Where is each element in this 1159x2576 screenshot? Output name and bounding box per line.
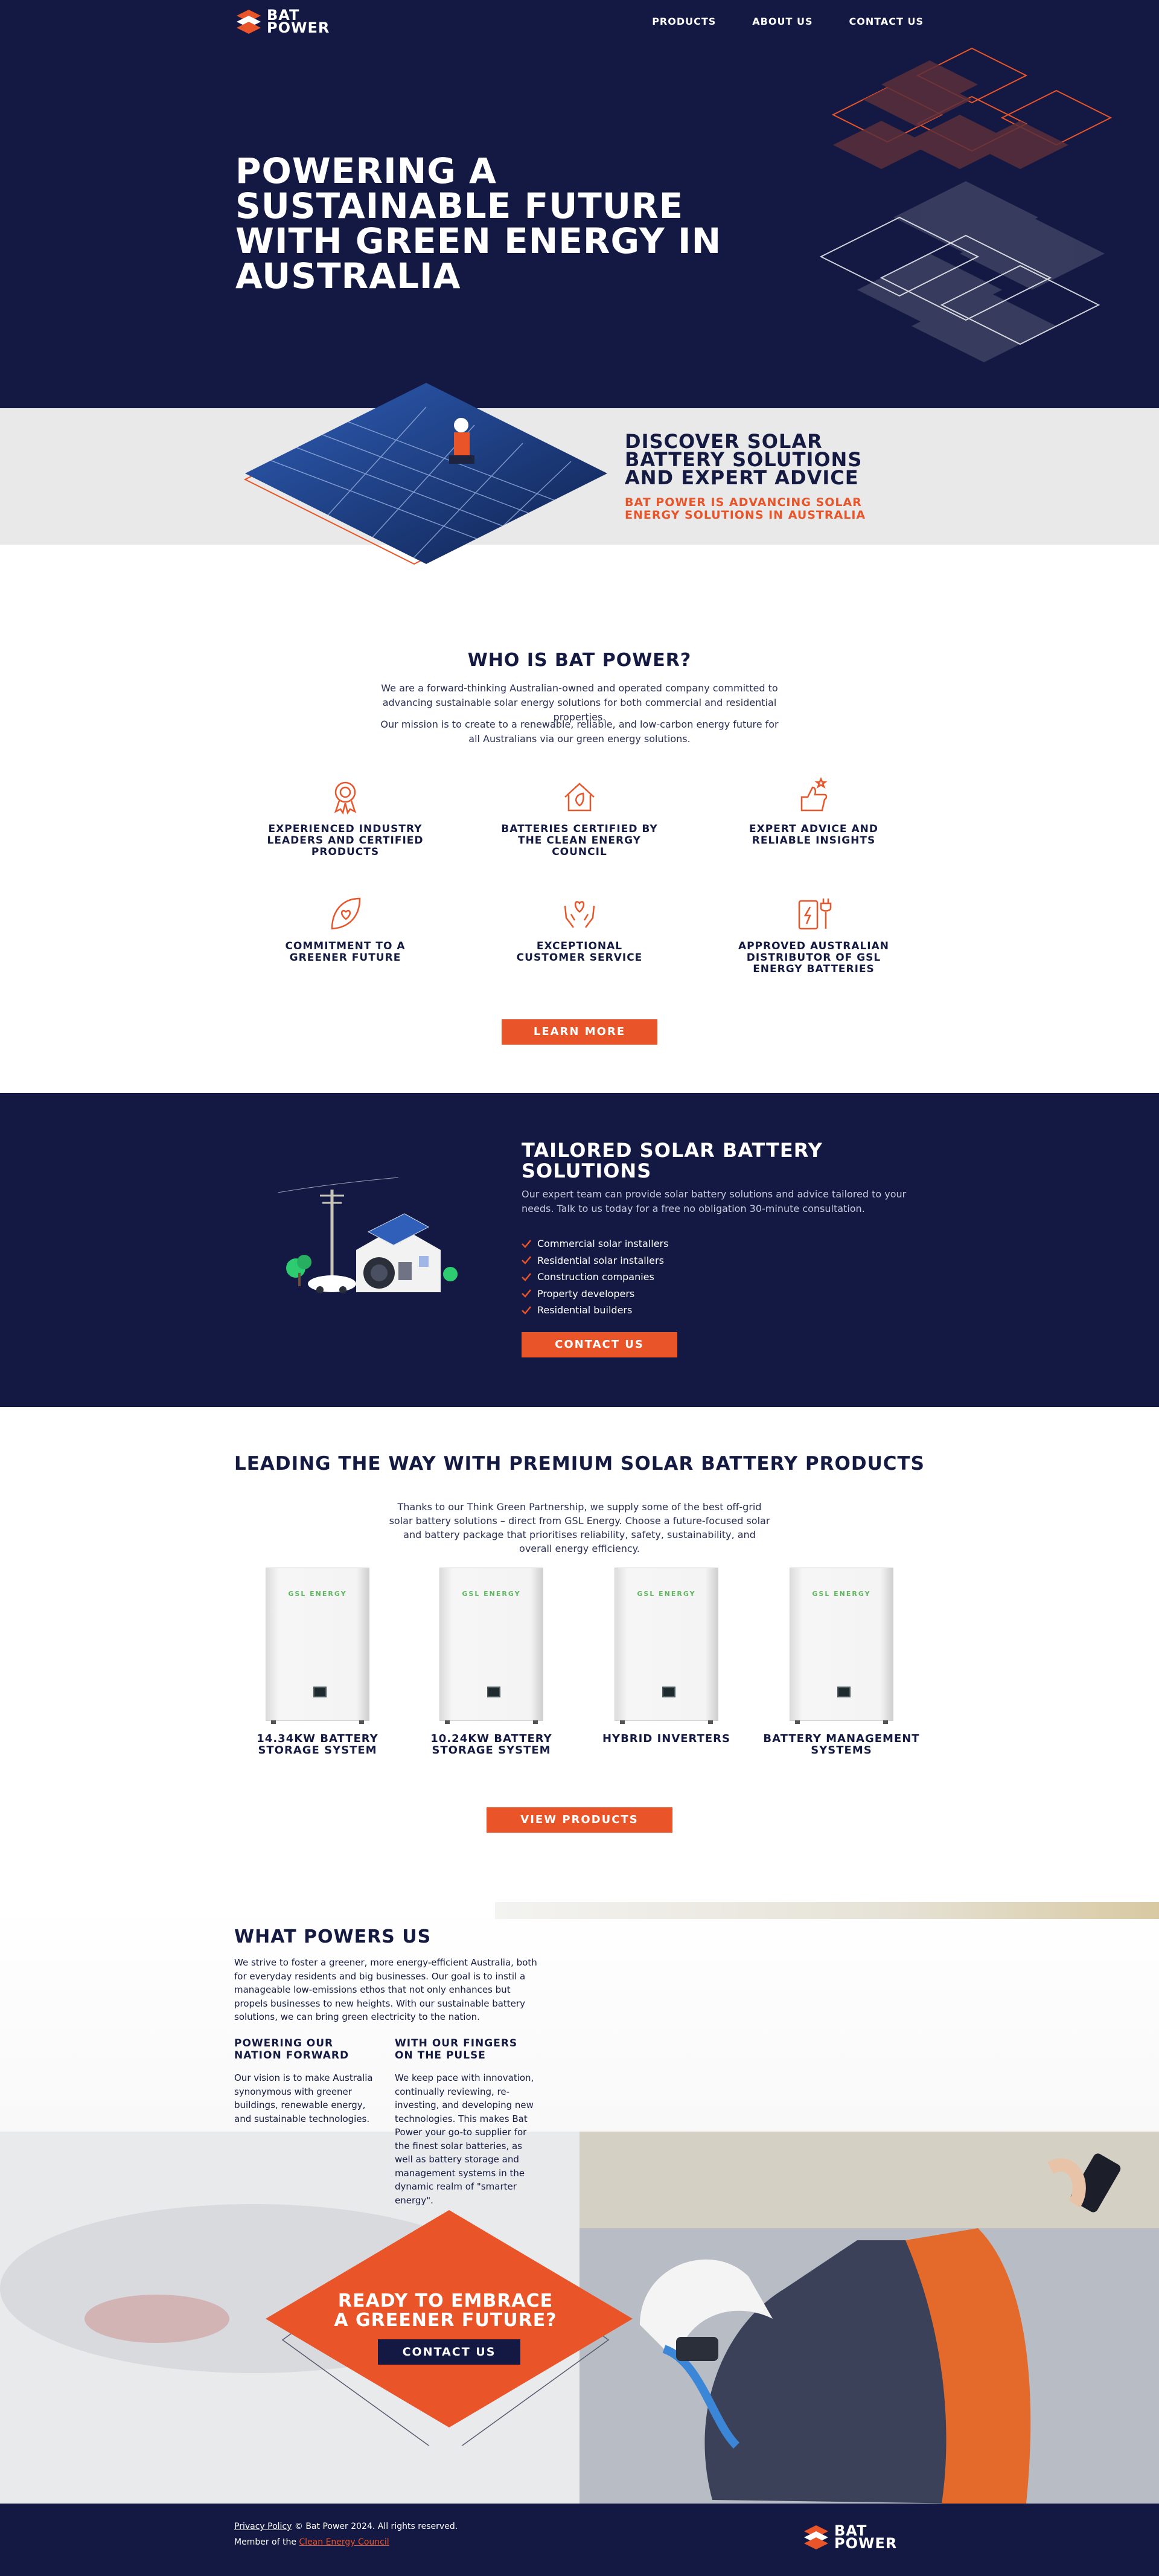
product-name: BATTERY MANAGEMENT SYSTEMS <box>763 1732 920 1757</box>
logo-mark-icon <box>803 2524 829 2551</box>
feature-item: APPROVED AUSTRALIAN DISTRIBUTOR OF GSL E… <box>735 894 892 975</box>
logo-line2: POWER <box>267 19 330 36</box>
check-icon <box>522 1256 531 1265</box>
battery-brand-label: GSL ENERGY <box>462 1590 521 1598</box>
feature-label: EXPERT ADVICE AND RELIABLE INSIGHTS <box>749 823 878 847</box>
footer-copyright-line: Privacy Policy © Bat Power 2024. All rig… <box>234 2522 458 2531</box>
eco-home-icon <box>564 783 595 812</box>
cta-panel: READY TO EMBRACE A GREENER FUTURE? CONTA… <box>234 2210 657 2446</box>
nav-products[interactable]: PRODUCTS <box>652 16 716 27</box>
discover-section: DISCOVER SOLAR BATTERY SOLUTIONS AND EXP… <box>0 383 1159 565</box>
logo-mark-icon <box>235 8 262 35</box>
feature-item: EXPERT ADVICE AND RELIABLE INSIGHTS <box>735 777 892 847</box>
who-title: WHO IS BAT POWER? <box>467 650 692 671</box>
powers-col2-text: We keep pace with innovation, continuall… <box>395 2072 534 2206</box>
product-card[interactable]: GSL ENERGY BATTERY MANAGEMENT SYSTEMS <box>763 1568 920 1756</box>
battery-plug-icon <box>798 899 832 930</box>
discover-subtitle: BAT POWER IS ADVANCING SOLAR ENERGY SOLU… <box>625 496 866 522</box>
battery-brand-label: GSL ENERGY <box>288 1590 347 1598</box>
who-section: WHO IS BAT POWER? We are a forward-think… <box>0 545 1159 1093</box>
list-item-text: Property developers <box>537 1287 635 1299</box>
products-title: LEADING THE WAY WITH PREMIUM SOLAR BATTE… <box>234 1453 925 1475</box>
award-ribbon-icon <box>334 781 357 815</box>
battery-brand-label: GSL ENERGY <box>812 1590 871 1598</box>
tailored-section: TAILORED SOLAR BATTERY SOLUTIONS Our exp… <box>0 1093 1159 1407</box>
discover-title: DISCOVER SOLAR BATTERY SOLUTIONS AND EXP… <box>625 430 863 489</box>
product-name: 14.34KW BATTERY STORAGE SYSTEM <box>257 1732 378 1757</box>
battery-product-image: GSL ENERGY <box>615 1568 718 1724</box>
footer: Privacy Policy © Bat Power 2024. All rig… <box>0 2504 1159 2576</box>
powers-paragraph: We strive to foster a greener, more ener… <box>234 1957 537 2022</box>
feature-item: EXPERIENCED INDUSTRY LEADERS AND CERTIFI… <box>267 777 424 858</box>
battery-product-image: GSL ENERGY <box>790 1568 893 1724</box>
smart-home-illustration <box>278 1177 458 1293</box>
powers-section: WHAT POWERS US We strive to foster a gre… <box>0 1902 1159 2504</box>
feature-label: EXCEPTIONAL CUSTOMER SERVICE <box>516 940 643 964</box>
list-item: Residential builders <box>522 1302 668 1319</box>
list-item: Residential solar installers <box>522 1252 668 1269</box>
diamond-pattern-graphic <box>819 47 1113 362</box>
powers-copy: WHAT POWERS US We strive to foster a gre… <box>234 1926 542 2031</box>
feature-label: APPROVED AUSTRALIAN DISTRIBUTOR OF GSL E… <box>738 940 890 975</box>
thumbs-up-stars-icon <box>800 777 828 812</box>
product-card[interactable]: GSL ENERGY HYBRID INVERTERS <box>588 1568 745 1745</box>
list-item: Commercial solar installers <box>522 1235 668 1252</box>
tailored-title: TAILORED SOLAR BATTERY SOLUTIONS <box>522 1139 823 1182</box>
feature-item: EXCEPTIONAL CUSTOMER SERVICE <box>501 894 658 964</box>
product-card[interactable]: GSL ENERGY 10.24KW BATTERY STORAGE SYSTE… <box>413 1568 570 1756</box>
list-item-text: Residential builders <box>537 1304 633 1316</box>
feature-label: BATTERIES CERTIFIED BY THE CLEAN ENERGY … <box>501 823 658 858</box>
check-icon <box>522 1272 531 1281</box>
battery-brand-label: GSL ENERGY <box>637 1590 696 1598</box>
nav-links: PRODUCTS ABOUT US CONTACT US <box>652 16 924 27</box>
product-name: HYBRID INVERTERS <box>602 1732 731 1745</box>
product-name: 10.24KW BATTERY STORAGE SYSTEM <box>430 1732 552 1757</box>
contact-us-button[interactable]: CONTACT US <box>522 1332 677 1357</box>
products-description: Thanks to our Think Green Partnership, w… <box>389 1501 770 1554</box>
cta-contact-button[interactable]: CONTACT US <box>378 2339 520 2365</box>
check-icon <box>522 1289 531 1298</box>
who-para-2: Our mission is to create to a renewable,… <box>380 719 779 745</box>
powers-col1-text: Our vision is to make Australia synonymo… <box>234 2072 373 2124</box>
learn-more-button[interactable]: LEARN MORE <box>502 1019 657 1045</box>
clean-energy-council-link[interactable]: Clean Energy Council <box>299 2537 389 2547</box>
logo-line2: POWER <box>834 2535 898 2552</box>
tailored-description: Our expert team can provide solar batter… <box>522 1188 907 1214</box>
caring-hands-icon <box>564 901 595 928</box>
powers-column-1: POWERING OUR NATION FORWARD Our vision i… <box>234 2037 379 2126</box>
products-section: LEADING THE WAY WITH PREMIUM SOLAR BATTE… <box>0 1407 1159 1902</box>
view-products-button[interactable]: VIEW PRODUCTS <box>487 1807 672 1833</box>
check-icon <box>522 1306 531 1315</box>
hero-section: BAT POWER PRODUCTS ABOUT US CONTACT US P… <box>0 0 1159 408</box>
hero-title: POWERING A SUSTAINABLE FUTURE WITH GREEN… <box>235 150 722 296</box>
member-prefix: Member of the <box>234 2537 299 2547</box>
powers-col2-title: WITH OUR FINGERS ON THE PULSE <box>395 2037 518 2062</box>
feature-label: COMMITMENT TO A GREENER FUTURE <box>285 940 406 964</box>
powers-title: WHAT POWERS US <box>234 1926 432 1947</box>
check-icon <box>522 1239 531 1248</box>
list-item-text: Construction companies <box>537 1271 654 1283</box>
heart-leaf-icon <box>331 897 361 930</box>
privacy-policy-link[interactable]: Privacy Policy <box>234 2522 292 2531</box>
feature-item: BATTERIES CERTIFIED BY THE CLEAN ENERGY … <box>501 777 658 858</box>
nav-about-us[interactable]: ABOUT US <box>752 16 813 27</box>
copyright-text: © Bat Power 2024. All rights reserved. <box>292 2522 458 2531</box>
feature-label: EXPERIENCED INDUSTRY LEADERS AND CERTIFI… <box>267 823 424 858</box>
list-item-text: Residential solar installers <box>537 1254 664 1266</box>
battery-product-image: GSL ENERGY <box>439 1568 543 1724</box>
footer-logo[interactable]: BAT POWER <box>803 2523 898 2552</box>
cta-title: READY TO EMBRACE A GREENER FUTURE? <box>334 2290 557 2331</box>
footer-member-line: Member of the Clean Energy Council <box>234 2537 389 2547</box>
audience-list: Commercial solar installers Residential … <box>522 1235 668 1319</box>
powers-column-2: WITH OUR FINGERS ON THE PULSE We keep pa… <box>395 2037 540 2207</box>
logo[interactable]: BAT POWER <box>235 8 330 35</box>
product-card[interactable]: GSL ENERGY 14.34KW BATTERY STORAGE SYSTE… <box>239 1568 396 1756</box>
list-item: Construction companies <box>522 1269 668 1286</box>
list-item-text: Commercial solar installers <box>537 1238 669 1249</box>
nav-contact-us[interactable]: CONTACT US <box>849 16 924 27</box>
feature-item: COMMITMENT TO A GREENER FUTURE <box>267 894 424 964</box>
powers-col1-title: POWERING OUR NATION FORWARD <box>234 2037 350 2062</box>
battery-product-image: GSL ENERGY <box>266 1568 369 1724</box>
list-item: Property developers <box>522 1286 668 1302</box>
